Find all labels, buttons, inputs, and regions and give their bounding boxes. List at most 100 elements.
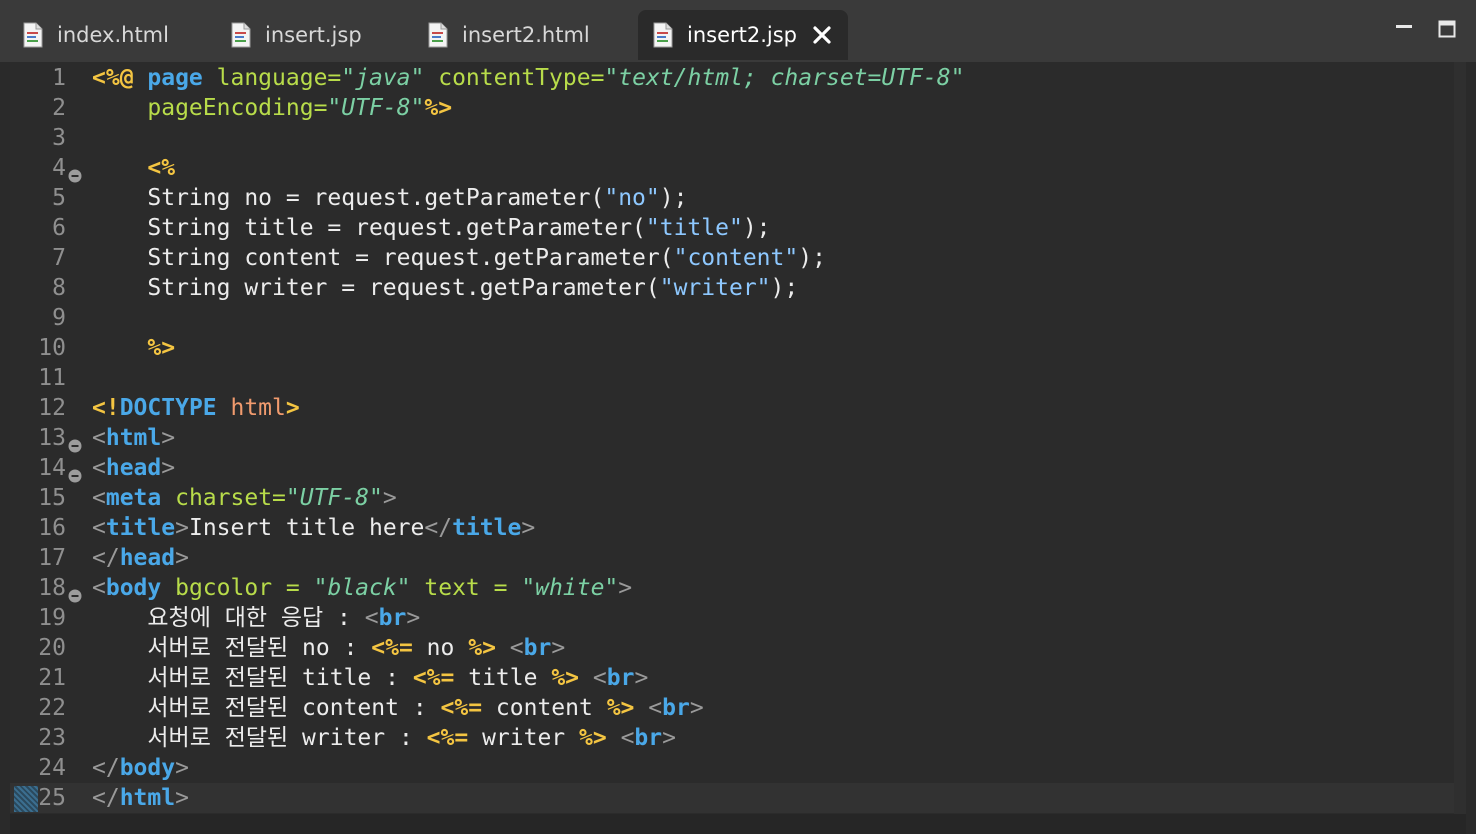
code-token: charset: [175, 485, 273, 511]
line-number: 1: [52, 65, 66, 91]
code-text: <html>: [92, 423, 175, 453]
code-token: );: [770, 275, 799, 301]
code-line[interactable]: 20 서버로 전달된 no : <%= no %> <br>: [10, 633, 1466, 663]
code-line[interactable]: 12 <!DOCTYPE html>: [10, 393, 1466, 423]
code-token: title: [452, 515, 522, 541]
fold-collapse-icon[interactable]: [68, 161, 82, 183]
tab-insert2-html[interactable]: insert2.html: [427, 10, 632, 60]
code-line[interactable]: 17 </head>: [10, 543, 1466, 573]
code-token: 서버로 전달된 writer :: [92, 725, 427, 751]
code-line[interactable]: 13 <html>: [10, 423, 1466, 453]
editor-tab-bar: index.html insert.jsp insert2.html inser…: [0, 0, 1476, 62]
vertical-scrollbar[interactable]: [1454, 62, 1466, 834]
code-line[interactable]: 24 </body>: [10, 753, 1466, 783]
code-token: 서버로 전달된 no :: [92, 635, 372, 661]
file-icon: [230, 22, 252, 48]
code-text: <title>Insert title here</title>: [92, 513, 535, 543]
code-token: =: [272, 575, 314, 601]
code-line[interactable]: 22 서버로 전달된 content : <%= content %> <br>: [10, 693, 1466, 723]
code-line[interactable]: 10 %>: [10, 333, 1466, 363]
code-token: %>: [551, 665, 580, 691]
code-token: "java": [341, 65, 425, 91]
code-token: title: [105, 515, 176, 541]
code-text: %>: [92, 333, 175, 363]
code-token: >: [285, 395, 300, 421]
code-token: content: [482, 695, 607, 721]
line-number: 21: [38, 665, 66, 691]
file-icon: [427, 22, 449, 48]
fold-collapse-icon[interactable]: [68, 461, 82, 483]
code-line[interactable]: 21 서버로 전달된 title : <%= title %> <br>: [10, 663, 1466, 693]
code-token: >: [634, 665, 649, 691]
code-token: =: [313, 95, 328, 121]
code-line[interactable]: 3: [10, 123, 1466, 153]
code-text: <%: [92, 153, 175, 183]
code-token: %>: [468, 635, 496, 661]
code-token: title: [454, 665, 552, 691]
code-token: );: [798, 245, 826, 271]
code-lines: 1 <%@ page language="java" contentType="t…: [10, 62, 1466, 834]
close-icon[interactable]: [811, 24, 833, 46]
line-number: 11: [38, 365, 66, 391]
code-line[interactable]: 2 pageEncoding="UTF-8"%>: [10, 93, 1466, 123]
code-token: br: [523, 635, 552, 661]
code-line[interactable]: 6 String title = request.getParameter("t…: [10, 213, 1466, 243]
code-line[interactable]: 25 </html>: [10, 783, 1466, 813]
fold-collapse-icon[interactable]: [68, 581, 82, 603]
code-text: 요청에 대한 응답 : <br>: [92, 603, 420, 633]
code-token: writer: [468, 725, 579, 751]
code-token: <: [92, 485, 106, 511]
code-token: >: [175, 755, 189, 781]
horizontal-scrollbar[interactable]: [10, 814, 1466, 834]
code-text: String title = request.getParameter("tit…: [92, 213, 771, 243]
line-number: 6: [52, 215, 66, 241]
code-line[interactable]: 11: [10, 363, 1466, 393]
code-line[interactable]: 1 <%@ page language="java" contentType="t…: [10, 63, 1466, 93]
code-line[interactable]: 7 String content = request.getParameter(…: [10, 243, 1466, 273]
line-number: 22: [38, 695, 66, 721]
code-token: );: [659, 185, 688, 211]
code-token: body: [119, 755, 176, 781]
code-text: <body bgcolor = "black" text = "white">: [92, 573, 632, 603]
code-text: <meta charset="UTF-8">: [92, 483, 397, 513]
code-line[interactable]: 19 요청에 대한 응답 : <br>: [10, 603, 1466, 633]
minimize-icon[interactable]: [1395, 20, 1413, 38]
code-line[interactable]: 15 <meta charset="UTF-8">: [10, 483, 1466, 513]
code-token: );: [742, 215, 771, 241]
code-token: <!: [92, 395, 120, 421]
code-line[interactable]: 23 서버로 전달된 writer : <%= writer %> <br>: [10, 723, 1466, 753]
code-text: pageEncoding="UTF-8"%>: [92, 93, 452, 123]
tab-insert2-jsp[interactable]: insert2.jsp: [638, 10, 848, 60]
maximize-icon[interactable]: [1438, 20, 1456, 38]
code-text: </html>: [92, 783, 189, 813]
code-token: "content": [673, 245, 799, 271]
line-number: 2: [52, 95, 66, 121]
line-number: 18: [38, 575, 66, 601]
code-line[interactable]: 9: [10, 303, 1466, 333]
tab-insert-jsp[interactable]: insert.jsp: [230, 10, 420, 60]
code-token: <: [592, 665, 607, 691]
tab-index-html[interactable]: index.html: [22, 10, 217, 60]
code-line[interactable]: 14 <head>: [10, 453, 1466, 483]
tab-label: index.html: [57, 23, 169, 47]
code-text: 서버로 전달된 no : <%= no %> <br>: [92, 633, 565, 663]
code-text: String no = request.getParameter("no");: [92, 183, 687, 213]
fold-collapse-icon[interactable]: [68, 431, 82, 453]
code-line[interactable]: 8 String writer = request.getParameter("…: [10, 273, 1466, 303]
code-text: </body>: [92, 753, 189, 783]
code-token: %>: [579, 725, 607, 751]
code-line[interactable]: 16 <title>Insert title here</title>: [10, 513, 1466, 543]
code-text: String content = request.getParameter("c…: [92, 243, 826, 273]
line-number: 24: [38, 755, 66, 781]
code-line[interactable]: 4 <%: [10, 153, 1466, 183]
code-token: "white": [521, 575, 619, 601]
code-editor[interactable]: 1 <%@ page language="java" contentType="t…: [10, 62, 1466, 834]
line-number: 20: [38, 635, 66, 661]
code-token: br: [662, 695, 690, 721]
code-text: 서버로 전달된 title : <%= title %> <br>: [92, 663, 648, 693]
code-line[interactable]: 18 <body bgcolor = "black" text = "white"…: [10, 573, 1466, 603]
code-token: >: [175, 545, 189, 571]
code-line[interactable]: 5 String no = request.getParameter("no")…: [10, 183, 1466, 213]
